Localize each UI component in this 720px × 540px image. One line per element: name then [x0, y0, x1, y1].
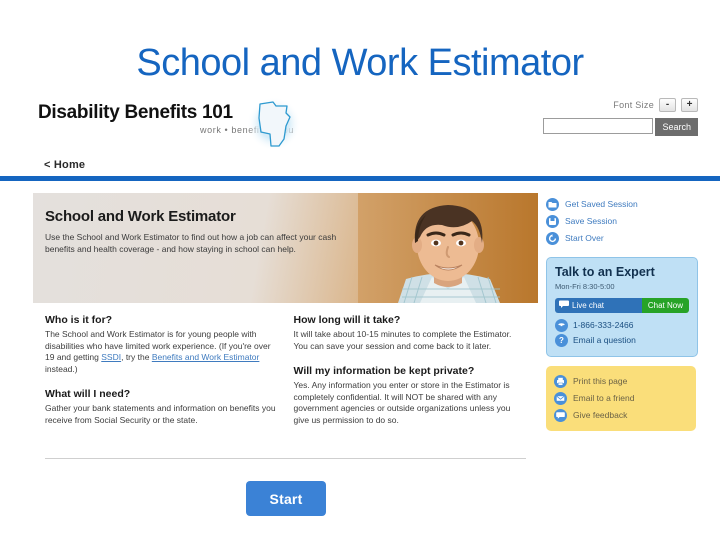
save-disk-icon — [546, 215, 559, 228]
print-this-page-action[interactable]: Print this page — [554, 373, 688, 390]
font-size-control[interactable]: Font Size - + — [613, 98, 698, 112]
faq-body: The School and Work Estimator is for you… — [45, 329, 278, 375]
page-tools-box: Print this page Email to a friend Give f… — [546, 366, 696, 431]
envelope-icon — [554, 392, 567, 405]
get-saved-session-action[interactable]: Get Saved Session — [546, 196, 696, 213]
faq-body-text: , try the — [121, 352, 152, 362]
benefits-and-work-estimator-link[interactable]: Benefits and Work Estimator — [152, 352, 260, 362]
faq-body: It will take about 10-15 minutes to comp… — [293, 329, 512, 351]
ssdi-link[interactable]: SSDI — [101, 352, 121, 362]
email-question-label: Email a question — [573, 335, 636, 345]
faq-column-right: How long will it take? It will take abou… — [294, 313, 527, 438]
refresh-icon — [546, 232, 559, 245]
session-action-label: Start Over — [565, 233, 604, 243]
tool-label: Email to a friend — [573, 393, 635, 403]
save-session-action[interactable]: Save Session — [546, 213, 696, 230]
session-actions: Get Saved Session Save Session Start Ove… — [546, 196, 696, 247]
faq-heading: What will I need? — [45, 388, 131, 400]
minnesota-state-icon — [246, 96, 302, 152]
card-divider — [45, 458, 526, 459]
right-sidebar: Get Saved Session Save Session Start Ove… — [546, 196, 698, 431]
search-area[interactable]: Search — [543, 118, 698, 136]
site-header: Disability Benefits 101 work • benefits … — [0, 96, 720, 174]
speech-bubble-icon — [554, 409, 567, 422]
live-chat-label: Live chat — [572, 301, 605, 310]
header-divider — [0, 176, 720, 181]
font-size-label: Font Size — [613, 100, 654, 110]
phone-icon — [555, 319, 568, 332]
chat-now-button[interactable]: Chat Now — [641, 298, 689, 313]
smiling-young-man-photo — [358, 193, 538, 303]
start-button[interactable]: Start — [246, 481, 326, 516]
faq-columns: Who is it for? The School and Work Estim… — [33, 313, 538, 438]
faq-body-text: instead.) — [45, 363, 78, 374]
font-increase-button[interactable]: + — [681, 98, 698, 112]
expert-title: Talk to an Expert — [555, 265, 655, 279]
faq-body: Gather your bank statements and informat… — [45, 403, 276, 425]
live-chat-bar[interactable]: Live chat Chat Now — [555, 298, 689, 313]
faq-heading: Will my information be kept private? — [293, 365, 475, 377]
session-action-label: Save Session — [565, 216, 617, 226]
font-decrease-button[interactable]: - — [659, 98, 676, 112]
live-chat-label-area[interactable]: Live chat — [555, 298, 642, 313]
session-action-label: Get Saved Session — [565, 199, 638, 209]
faq-heading: Who is it for? — [45, 314, 113, 326]
question-mark-icon: ? — [555, 334, 568, 347]
hero-text: School and Work Estimator Use the School… — [45, 207, 345, 255]
start-over-action[interactable]: Start Over — [546, 230, 696, 247]
phone-number: 1-866-333-2466 — [573, 320, 634, 330]
breadcrumb-home[interactable]: < Home — [44, 159, 85, 171]
faq-column-left: Who is it for? The School and Work Estim… — [45, 313, 278, 438]
hero-subtitle: Use the School and Work Estimator to fin… — [45, 232, 337, 254]
hero-title: School and Work Estimator — [45, 208, 236, 225]
speech-bubble-icon — [559, 298, 569, 313]
expert-hours: Mon-Fri 8:30-5:00 — [555, 282, 615, 291]
hero-banner: School and Work Estimator Use the School… — [33, 193, 538, 303]
printer-icon — [554, 375, 567, 388]
folder-icon — [546, 198, 559, 211]
tool-label: Give feedback — [573, 410, 628, 420]
search-button[interactable]: Search — [655, 118, 698, 136]
search-input[interactable] — [543, 118, 654, 134]
page-title: School and Work Estimator — [136, 42, 584, 84]
faq-heading: How long will it take? — [293, 314, 401, 326]
give-feedback-action[interactable]: Give feedback — [554, 407, 688, 424]
email-to-a-friend-action[interactable]: Email to a friend — [554, 390, 688, 407]
talk-to-an-expert-box: Talk to an Expert Mon-Fri 8:30-5:00 Live… — [546, 257, 698, 357]
faq-body: Yes. Any information you enter or store … — [293, 380, 511, 425]
phone-row[interactable]: 1-866-333-2466 — [555, 318, 689, 333]
email-question-row[interactable]: ? Email a question — [555, 333, 689, 348]
tool-label: Print this page — [573, 376, 628, 386]
svg-text:?: ? — [559, 336, 564, 345]
estimator-card: School and Work Estimator Use the School… — [33, 193, 538, 463]
